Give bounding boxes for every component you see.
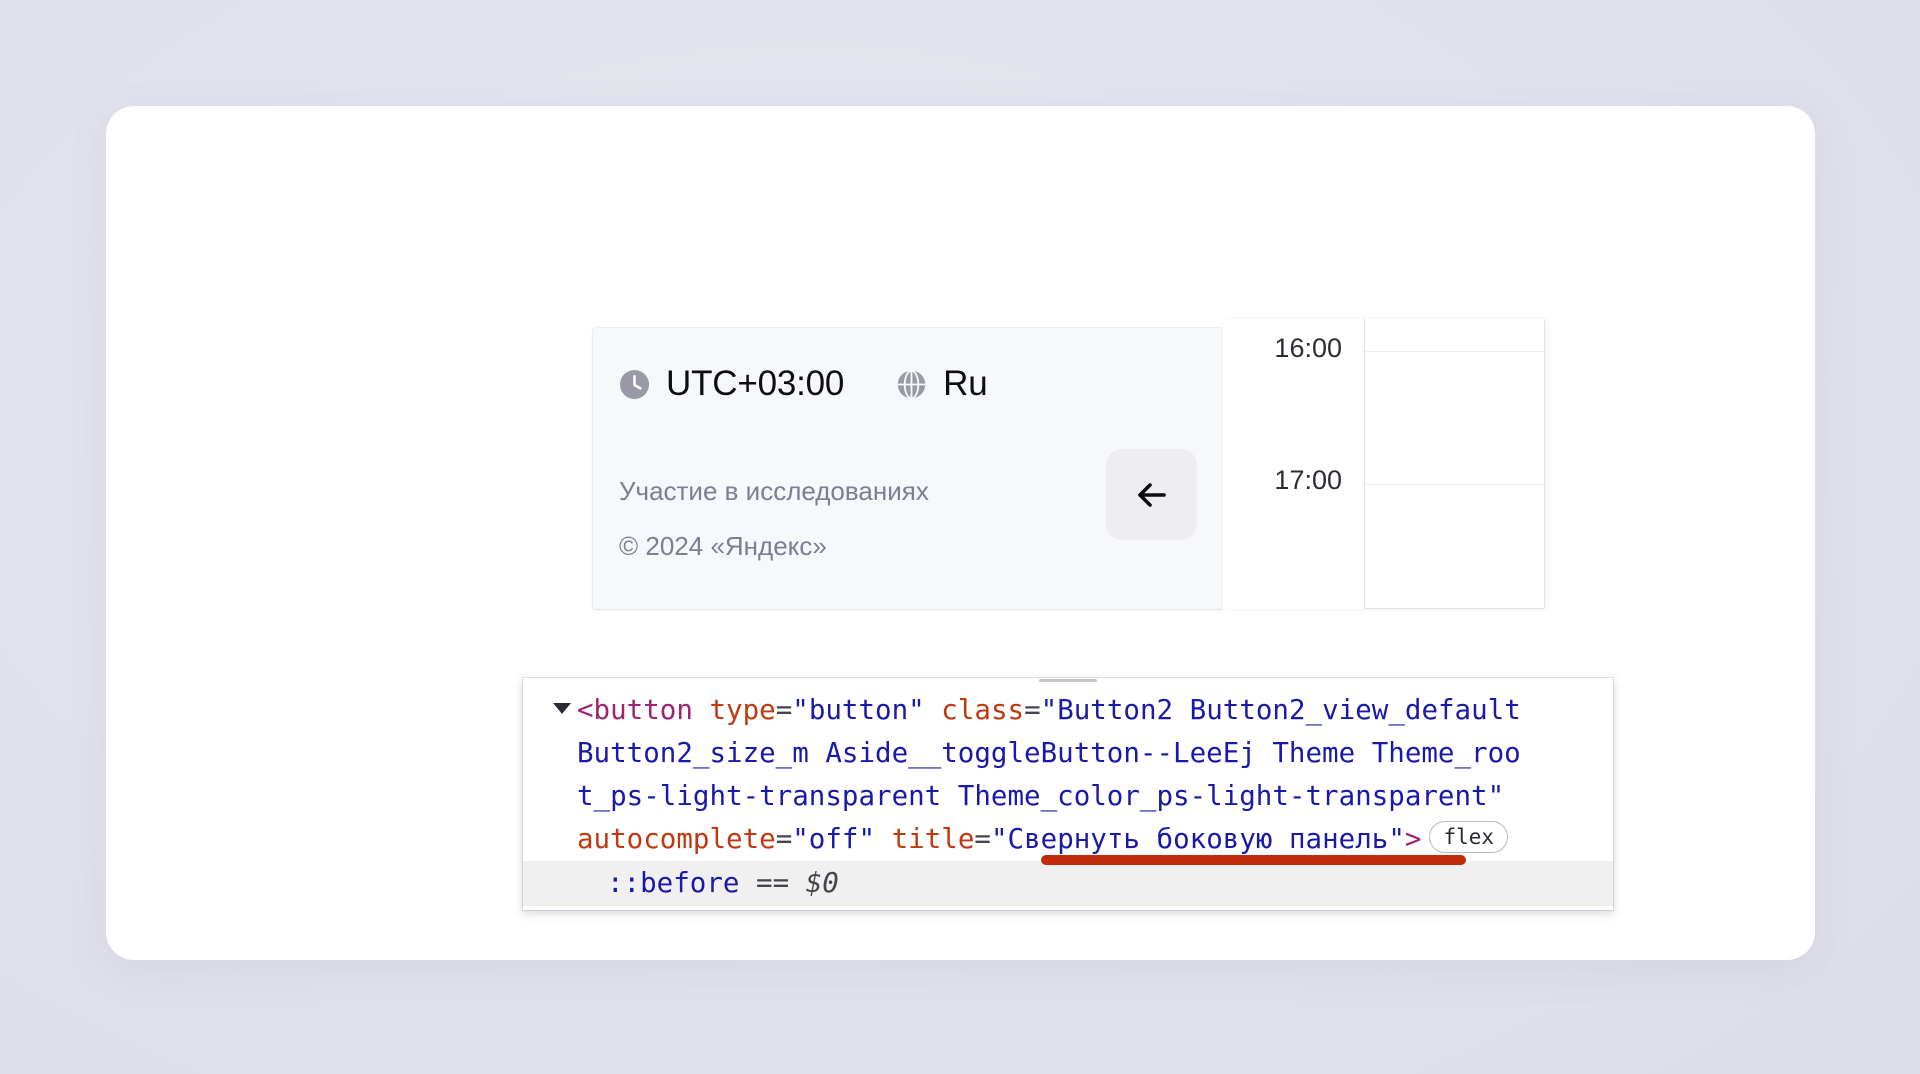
code-line[interactable]: t_ps-light-transparent Theme_color_ps-li… [523,775,1613,818]
clock-icon [619,369,650,400]
sidebar-footer-panel: UTC+03:00 Ru Участие в исследованиях © 2… [593,328,1223,609]
time-slot-column[interactable] [1365,319,1545,609]
arrow-left-icon [1129,472,1175,518]
attribute-value: "Button2 Button2_view_default [1040,694,1521,726]
legal-block: Участие в исследованиях © 2024 «Яндекс» [619,464,929,574]
console-reference: $0 [805,867,839,899]
locale-row: UTC+03:00 Ru [619,364,988,404]
language-item[interactable]: Ru [896,364,988,404]
equals-sign: = [974,823,991,855]
code-line[interactable]: <button type="button" class="Button2 But… [523,689,1613,732]
attribute-value: "off" [792,823,876,855]
attribute-value-title: "Свернуть боковую панель" [990,823,1405,855]
attribute-value-continued: Button2_size_m Aside__toggleButton--LeeE… [577,737,1521,769]
attribute-name: type [709,694,776,726]
attribute-name: class [941,694,1025,726]
equals-sign: = [1024,694,1041,726]
time-gutter: 16:00 17:00 [1223,319,1365,609]
devtools-element-popup: <button type="button" class="Button2 But… [523,678,1613,910]
equals-sign: = [775,823,793,855]
chevron-down-icon[interactable] [553,703,571,714]
code-line[interactable]: Button2_size_m Aside__toggleButton--LeeE… [523,732,1613,775]
research-participation-link[interactable]: Участие в исследованиях [619,464,929,519]
code-line[interactable]: ::before == $0 [523,861,1613,906]
tag-name: <button [577,694,693,726]
hour-divider [1365,351,1544,352]
globe-icon [896,369,927,400]
grid-bottom-edge [1365,608,1544,609]
tag-close-bracket: > [1404,823,1422,855]
pseudo-element-name: ::before [607,867,740,899]
selected-code-row[interactable]: ::before == $0 [523,861,1613,906]
attribute-name: title [891,823,975,855]
app-card: UTC+03:00 Ru Участие в исследованиях © 2… [106,106,1815,960]
annotation-underline [1041,855,1466,865]
timezone-item[interactable]: UTC+03:00 [619,364,844,404]
equals-sign: == [756,867,790,899]
time-label: 16:00 [1274,333,1342,363]
equals-sign: = [775,694,793,726]
hour-divider [1365,484,1544,485]
attribute-value-continued: t_ps-light-transparent Theme_color_ps-li… [577,780,1505,812]
calendar-time-grid: 16:00 17:00 [1223,319,1545,609]
copyright-text: © 2024 «Яндекс» [619,531,827,561]
time-label: 17:00 [1274,465,1342,495]
flex-badge[interactable]: flex [1429,821,1509,853]
language-label: Ru [943,364,988,403]
attribute-name: autocomplete [577,823,776,855]
popup-drag-handle[interactable] [1039,679,1097,682]
collapse-sidebar-button[interactable] [1106,449,1197,540]
timezone-label: UTC+03:00 [666,364,845,403]
attribute-value: "button" [792,694,925,726]
code-block: <button type="button" class="Button2 But… [523,689,1613,861]
